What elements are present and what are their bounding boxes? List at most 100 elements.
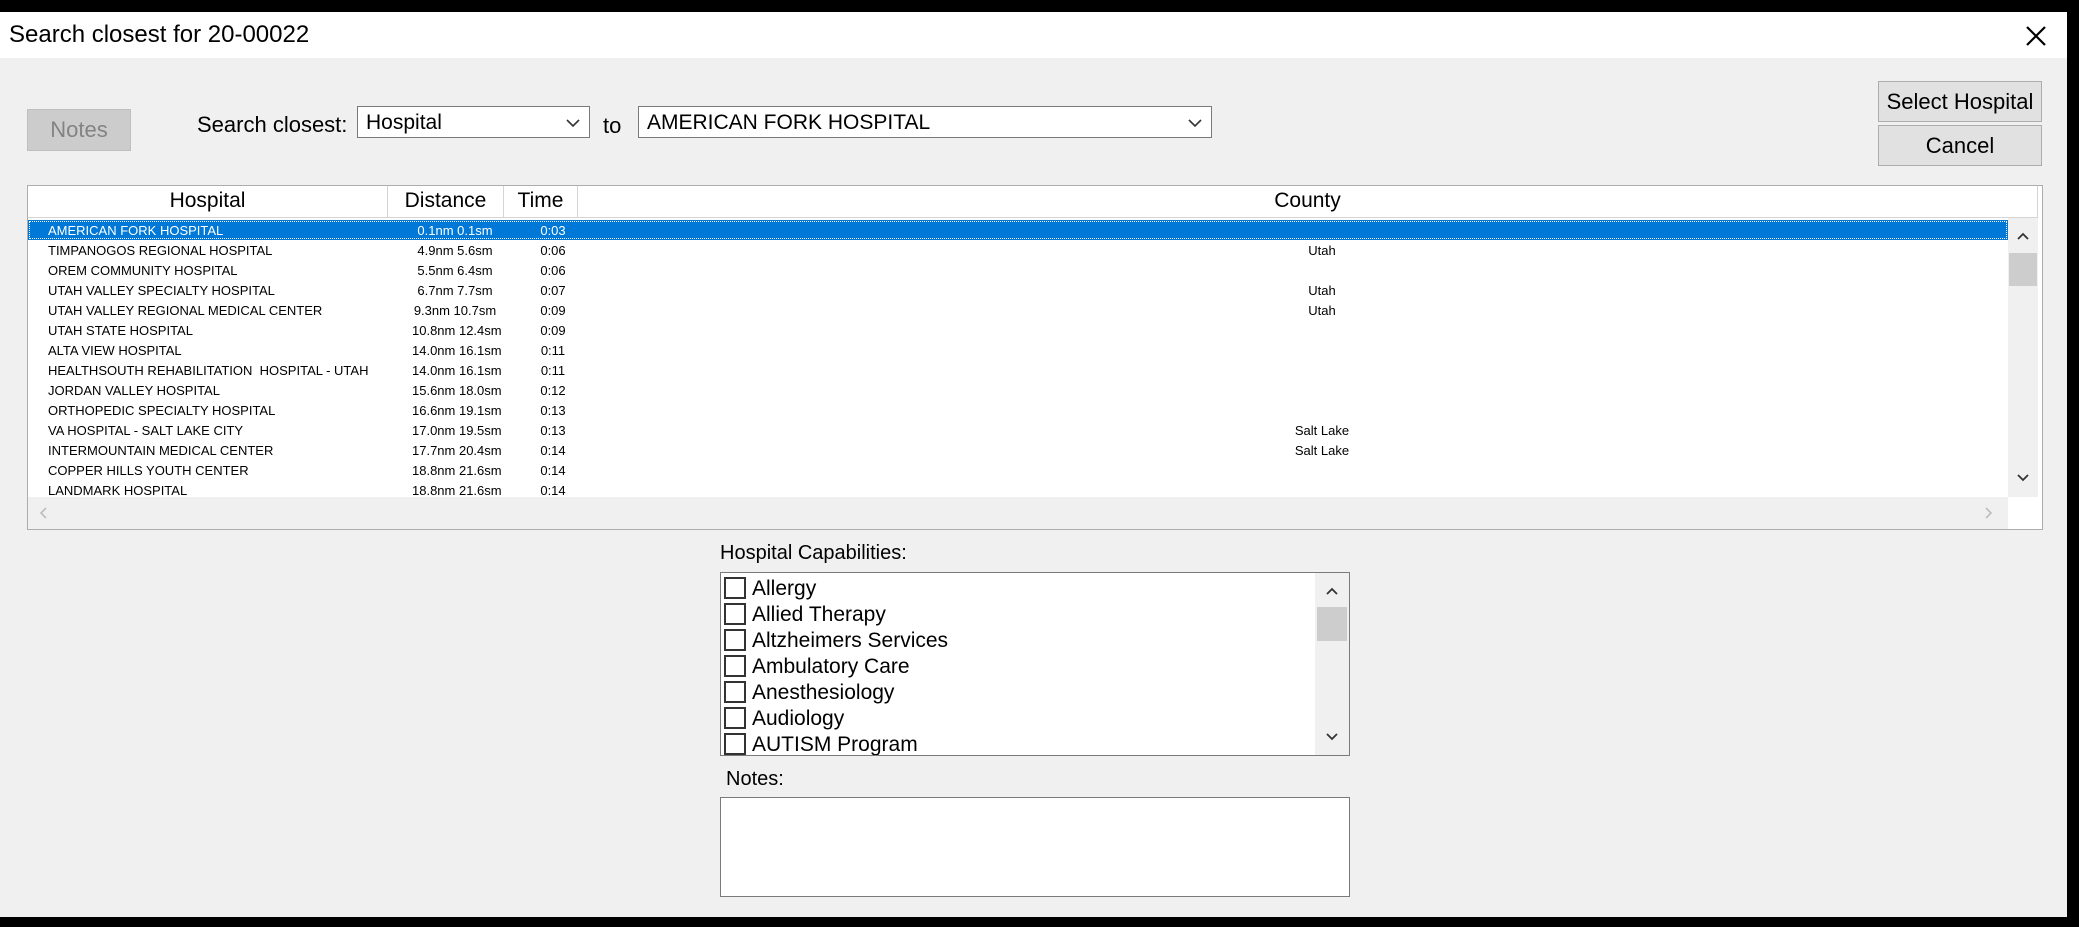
facility-type-select[interactable]: Hospital <box>357 106 590 138</box>
cell-hospital: COPPER HILLS YOUTH CENTER <box>48 463 249 478</box>
chevron-down-icon[interactable] <box>2015 470 2031 486</box>
table-row[interactable]: JORDAN VALLEY HOSPITAL 15.6nm 18.0sm 0:12 <box>28 380 2008 400</box>
notes-button[interactable]: Notes <box>27 109 131 151</box>
capability-label: Ambulatory Care <box>752 655 910 678</box>
cell-hospital: HEALTHSOUTH REHABILITATION HOSPITAL - UT… <box>48 363 369 378</box>
chevron-up-icon[interactable] <box>1324 583 1340 599</box>
table-row[interactable]: UTAH VALLEY SPECIALTY HOSPITAL 6.7nm 7.7s… <box>28 280 2008 300</box>
scrollbar-thumb[interactable] <box>2009 253 2037 286</box>
capability-checkbox[interactable] <box>724 707 746 729</box>
cell-distance: 18.8nm 21.6sm <box>412 483 502 498</box>
cell-county: Salt Lake <box>1294 443 1350 458</box>
capability-label: Audiology <box>752 707 845 730</box>
notes-textarea[interactable] <box>720 797 1350 897</box>
to-label: to <box>603 113 622 138</box>
chevron-left-icon[interactable] <box>36 505 52 521</box>
cell-hospital: AMERICAN FORK HOSPITAL <box>48 223 224 238</box>
capability-label: AUTISM Program <box>752 733 918 756</box>
capabilities-label: Hospital Capabilities: <box>720 542 907 564</box>
chevron-down-icon <box>1187 115 1203 131</box>
cell-hospital: TIMPANOGOS REGIONAL HOSPITAL <box>48 243 273 258</box>
cell-time: 0:07 <box>540 283 566 298</box>
cell-time: 0:06 <box>540 243 566 258</box>
cell-time: 0:14 <box>540 463 566 478</box>
search-closest-dialog: Search closest for 20-00022 Notes Search… <box>0 12 2067 917</box>
title-bar[interactable]: Search closest for 20-00022 <box>0 12 2067 58</box>
table-row[interactable]: UTAH STATE HOSPITAL 10.8nm 12.4sm 0:09 <box>28 320 2008 340</box>
cell-hospital: OREM COMMUNITY HOSPITAL <box>48 263 238 278</box>
capability-label: Anesthesiology <box>752 681 895 704</box>
chevron-down-icon <box>565 115 581 131</box>
cell-distance: 18.8nm 21.6sm <box>412 463 502 478</box>
hospital-results-table: Hospital Distance Time County AMERICAN F… <box>27 185 2043 530</box>
select-hospital-button[interactable]: Select Hospital <box>1878 81 2042 122</box>
capability-label: Allergy <box>752 577 817 600</box>
cell-distance: 14.0nm 16.1sm <box>412 363 502 378</box>
cell-time: 0:13 <box>540 423 566 438</box>
cell-hospital: UTAH STATE HOSPITAL <box>48 323 193 338</box>
cell-time: 0:09 <box>540 323 566 338</box>
table-row[interactable]: OREM COMMUNITY HOSPITAL 5.5nm 6.4sm 0:06 <box>28 260 2008 280</box>
capabilities-scrollbar[interactable] <box>1315 573 1349 755</box>
cell-distance: 6.7nm 7.7sm <box>417 283 493 298</box>
cancel-button[interactable]: Cancel <box>1878 125 2042 166</box>
column-header-hospital[interactable]: Hospital <box>28 186 388 217</box>
cell-time: 0:14 <box>540 443 566 458</box>
window-title: Search closest for 20-00022 <box>9 21 310 48</box>
cell-distance: 9.3nm 10.7sm <box>413 303 497 318</box>
table-row[interactable]: ALTA VIEW HOSPITAL 14.0nm 16.1sm 0:11 <box>28 340 2008 360</box>
capabilities-list: Allergy Allied Therapy Altzheimers Servi… <box>720 572 1350 756</box>
search-closest-label: Search closest: <box>197 112 348 137</box>
cell-time: 0:13 <box>540 403 566 418</box>
table-row[interactable]: UTAH VALLEY REGIONAL MEDICAL CENTER 9.3nm… <box>28 300 2008 320</box>
cell-distance: 10.8nm 12.4sm <box>412 323 502 338</box>
table-row[interactable]: COPPER HILLS YOUTH CENTER 18.8nm 21.6sm 0:… <box>28 460 2008 480</box>
cell-time: 0:03 <box>540 223 566 238</box>
table-row[interactable]: HEALTHSOUTH REHABILITATION HOSPITAL - UT… <box>28 360 2008 380</box>
table-row[interactable]: TIMPANOGOS REGIONAL HOSPITAL 4.9nm 5.6sm 0… <box>28 240 2008 260</box>
cell-hospital: LANDMARK HOSPITAL <box>48 483 188 498</box>
table-vertical-scrollbar[interactable] <box>2008 218 2038 497</box>
table-row[interactable]: INTERMOUNTAIN MEDICAL CENTER 17.7nm 20.4s… <box>28 440 2008 460</box>
capability-checkbox[interactable] <box>724 655 746 677</box>
close-icon[interactable] <box>2018 18 2054 54</box>
chevron-up-icon[interactable] <box>2015 228 2031 244</box>
table-horizontal-scrollbar[interactable] <box>28 497 2008 529</box>
cell-time: 0:12 <box>540 383 566 398</box>
table-row[interactable]: ORTHOPEDIC SPECIALTY HOSPITAL 16.6nm 19.1… <box>28 400 2008 420</box>
scrollbar-thumb[interactable] <box>1317 607 1347 641</box>
capability-checkbox[interactable] <box>724 733 746 755</box>
cell-county: Salt Lake <box>1294 423 1350 438</box>
target-location-value: AMERICAN FORK HOSPITAL <box>647 111 931 134</box>
capability-label: Allied Therapy <box>752 603 886 626</box>
cell-hospital: ORTHOPEDIC SPECIALTY HOSPITAL <box>48 403 276 418</box>
cell-hospital: VA HOSPITAL - SALT LAKE CITY <box>48 423 244 438</box>
cell-distance: 0.1nm 0.1sm <box>417 223 493 238</box>
table-row[interactable]: VA HOSPITAL - SALT LAKE CITY 17.0nm 19.5s… <box>28 420 2008 440</box>
chevron-down-icon[interactable] <box>1324 729 1340 745</box>
capability-checkbox[interactable] <box>724 577 746 599</box>
cell-distance: 17.7nm 20.4sm <box>412 443 502 458</box>
capability-checkbox[interactable] <box>724 603 746 625</box>
cell-time: 0:11 <box>540 363 566 378</box>
capability-checkbox[interactable] <box>724 681 746 703</box>
table-row[interactable]: AMERICAN FORK HOSPITAL 0.1nm 0.1sm 0:03 <box>28 220 2008 240</box>
capability-label: Altzheimers Services <box>752 629 949 652</box>
cell-distance: 14.0nm 16.1sm <box>412 343 502 358</box>
cell-hospital: INTERMOUNTAIN MEDICAL CENTER <box>48 443 274 458</box>
chevron-right-icon[interactable] <box>1980 505 1996 521</box>
cell-time: 0:09 <box>540 303 566 318</box>
cell-county: Utah <box>1308 283 1336 298</box>
cell-distance: 4.9nm 5.6sm <box>417 243 493 258</box>
cell-time: 0:14 <box>540 483 566 498</box>
column-header-county[interactable]: County <box>578 186 2038 217</box>
target-location-select[interactable]: AMERICAN FORK HOSPITAL <box>638 106 1212 138</box>
facility-type-value: Hospital <box>366 111 442 134</box>
cell-distance: 15.6nm 18.0sm <box>412 383 502 398</box>
table-body: AMERICAN FORK HOSPITAL 0.1nm 0.1sm 0:03 TI… <box>28 220 2008 500</box>
column-header-time[interactable]: Time <box>504 186 578 217</box>
column-header-distance[interactable]: Distance <box>388 186 504 217</box>
capability-checkbox[interactable] <box>724 629 746 651</box>
notes-label: Notes: <box>726 768 784 790</box>
cell-time: 0:06 <box>540 263 566 278</box>
